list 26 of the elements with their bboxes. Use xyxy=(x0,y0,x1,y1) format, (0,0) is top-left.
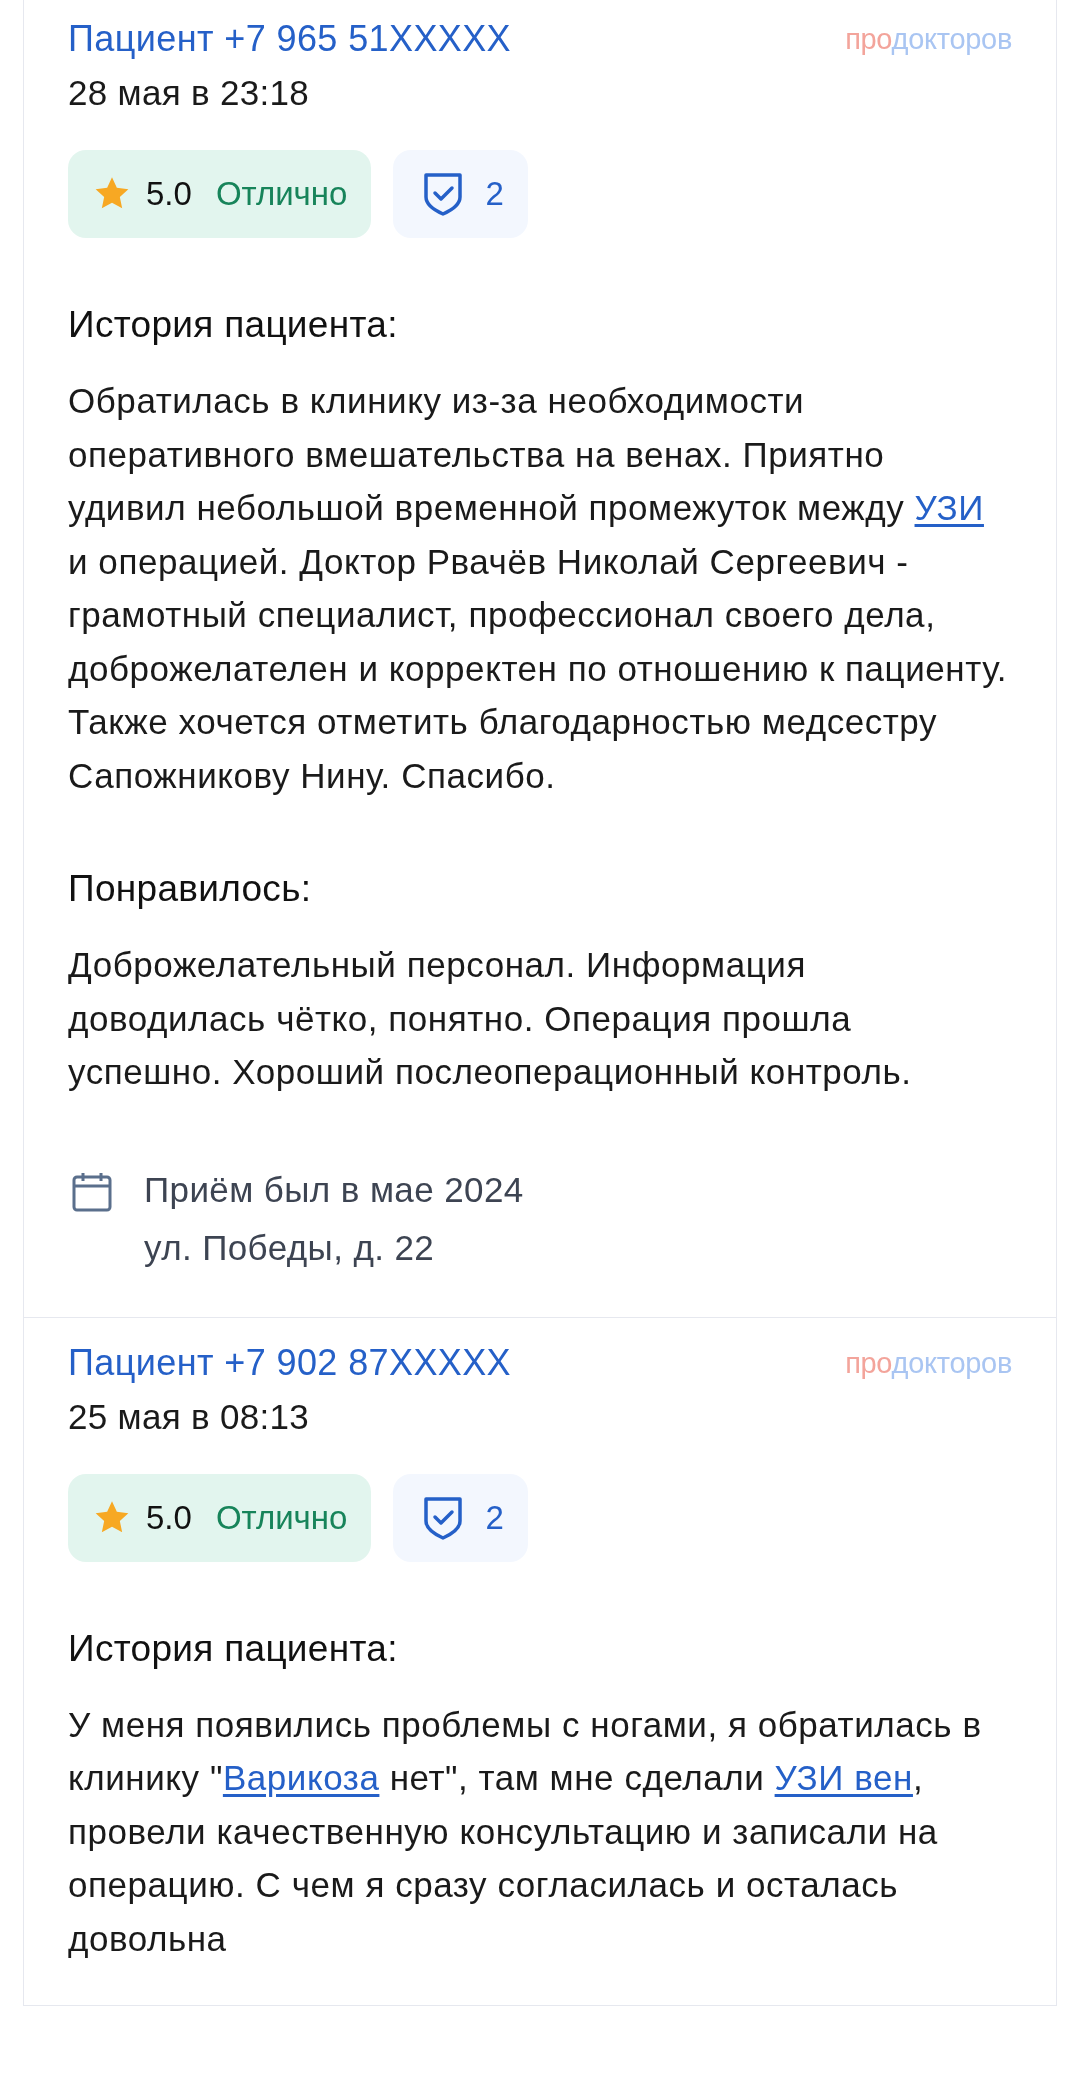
clinic-address: ул. Победы, д. 22 xyxy=(144,1226,436,1269)
author-link[interactable]: Пациент +7 965 51XXXXX xyxy=(68,14,512,64)
review-text: У меня появились проблемы с ногами, я обратилась в клинику "Варикоза нет", там мне сделали УЗИ вен, провели качественную консультацию и записали на операцию. С чем я сразу согласилась и осталась довольна xyxy=(68,1703,983,1960)
rating-verdict: Отлично xyxy=(215,175,348,213)
text-link[interactable]: Варикоза xyxy=(222,1758,380,1797)
review-date: 25 мая в 08:13 xyxy=(68,1395,310,1438)
rating-verdict: Отлично xyxy=(215,1498,348,1537)
section-heading: История пациента: xyxy=(68,1626,399,1671)
review-text: Обратилась в клинику из-за необходимости оперативного вмешательства на венах. Приятно удивил небольшой временной промежуток между УЗИ и операцией. Доктор Рвачёв Николай Сергеевич - грамотный специалист, профессионал своего дела, доброжелателен и корректен по отношению к пациенту. Также хочется отметить благодарностью медсестру Сапожникову Нину. Спасибо. xyxy=(68,380,1008,797)
shield-check-icon xyxy=(423,171,464,217)
rating-score: 5.0 xyxy=(146,175,192,213)
verified-count: 2 xyxy=(485,1498,504,1537)
text-link[interactable]: УЗИ xyxy=(914,488,984,527)
review-text: Доброжелательный персонал. Информация доводилась чётко, понятно. Операция прошла успешно. Хороший послеоперационный контроль. xyxy=(68,944,913,1093)
rating-score: 5.0 xyxy=(146,1498,192,1537)
section-heading: История пациента: xyxy=(68,303,399,347)
visit-date: Приём был в мае 2024 xyxy=(144,1168,524,1211)
logo: продокторов xyxy=(845,22,1012,57)
verified-count: 2 xyxy=(485,175,504,213)
author-link[interactable]: Пациент +7 902 87XXXXX xyxy=(68,1337,512,1388)
section-heading: Понравилось: xyxy=(68,867,313,911)
text-link[interactable]: УЗИ вен xyxy=(774,1758,913,1797)
logo: продокторов xyxy=(845,1345,1012,1381)
calendar-icon xyxy=(72,1170,112,1213)
review-date: 28 мая в 23:18 xyxy=(68,72,310,114)
shield-check-icon xyxy=(423,1494,464,1541)
